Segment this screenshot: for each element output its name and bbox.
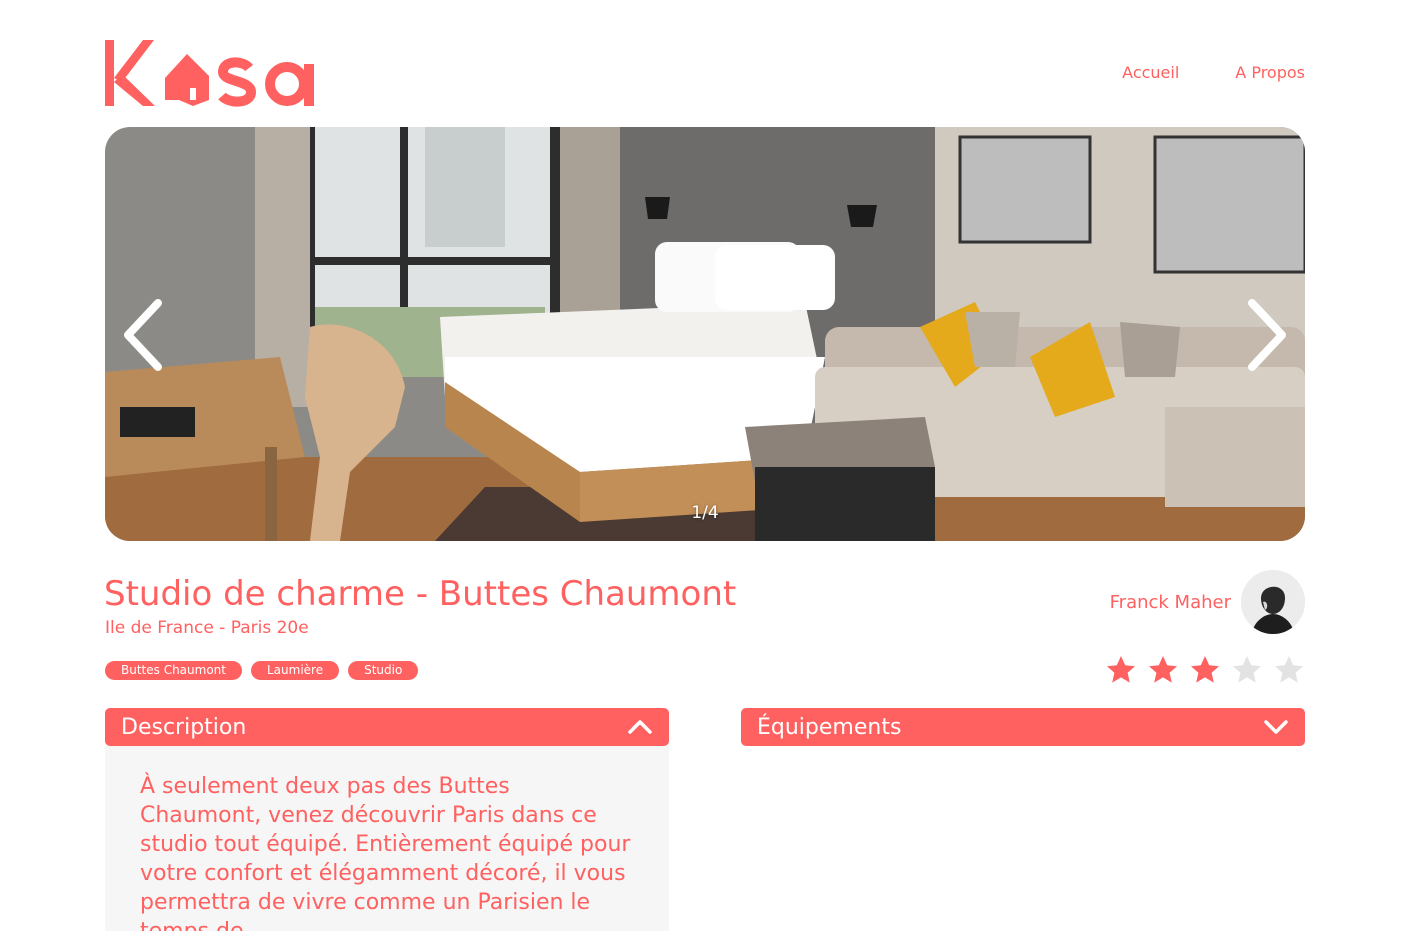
gallery-counter: 1/4 [691,503,719,523]
rating [1105,654,1305,686]
star-empty-icon [1233,656,1261,683]
star-empty-icon [1275,656,1303,683]
gallery-photo [105,127,1305,541]
equipments-collapse: Équipements [741,708,1305,746]
gallery-prev-button[interactable] [115,295,171,375]
description-collapse: Description À seulement deux pas des But… [105,708,669,931]
listing-location: Ile de France - Paris 20e [105,618,309,638]
star-filled-icon [1191,656,1219,683]
description-text: À seulement deux pas des Buttes Chaumont… [140,774,631,931]
nav-link-a-propos[interactable]: A Propos [1235,63,1305,82]
listing-tags: Buttes Chaumont Laumière Studio [105,661,419,680]
tag: Studio [348,661,419,680]
tag: Laumière [250,661,340,680]
listing-title: Studio de charme - Buttes Chaumont [104,574,737,614]
nav-link-accueil[interactable]: Accueil [1122,63,1179,82]
chevron-up-icon [628,720,652,734]
chevron-right-icon [1248,299,1286,371]
gallery-next-button[interactable] [1239,295,1295,375]
photo-gallery: 1/4 [105,127,1305,541]
description-collapse-body: À seulement deux pas des Buttes Chaumont… [105,746,669,931]
equipments-collapse-header[interactable]: Équipements [741,708,1305,746]
tag: Buttes Chaumont [105,661,242,680]
host-name: Franck Maher [1109,591,1231,613]
host-avatar [1241,570,1305,634]
kasa-logo[interactable] [105,38,317,108]
description-collapse-header[interactable]: Description [105,708,669,746]
star-filled-icon [1107,656,1135,683]
host-info: Franck Maher [1110,570,1305,634]
page: Accueil A Propos 1/4 Studio de charme - … [0,0,1426,931]
star-filled-icon [1149,656,1177,683]
collapse-title: Équipements [757,714,902,740]
chevron-down-icon [1264,720,1288,734]
collapse-title: Description [121,714,247,740]
main-nav: Accueil A Propos [1122,63,1305,82]
chevron-left-icon [124,299,162,371]
